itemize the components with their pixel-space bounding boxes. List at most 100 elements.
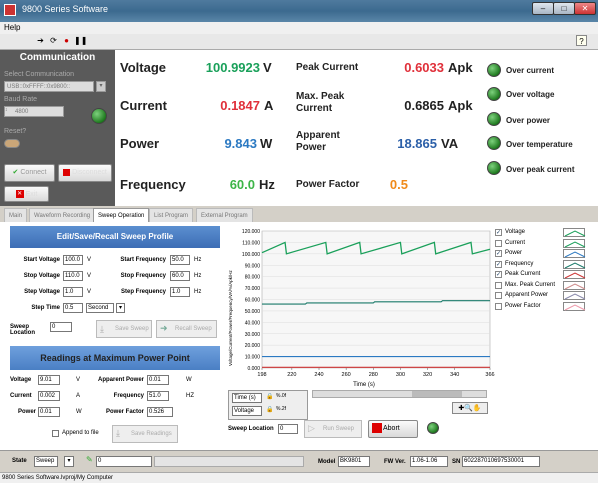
legend-checkbox[interactable]: ✓ <box>495 271 502 278</box>
legend-checkbox[interactable]: ✓ <box>495 250 502 257</box>
select-comm-dropdown-icon[interactable]: ▾ <box>96 81 106 92</box>
voltage-lock-icon[interactable]: 🔒 <box>266 406 273 413</box>
tab-sweep-operation[interactable]: Sweep Operation <box>93 208 150 222</box>
select-comm-field[interactable]: USB::0xFFFF::0x9800:: <box>4 81 94 92</box>
exit-button[interactable]: ✕ Exit <box>4 186 49 202</box>
legend-swatch[interactable] <box>563 291 586 300</box>
legend-checkbox[interactable] <box>495 281 502 289</box>
legend-checkbox[interactable] <box>495 292 502 299</box>
current-label: Current <box>120 98 167 113</box>
legend-swatch[interactable] <box>563 228 586 237</box>
legend-item-apparent-power[interactable]: Apparent Power <box>495 291 595 301</box>
power-unit: W <box>260 136 273 151</box>
pause-icon[interactable]: ❚❚ <box>74 35 87 46</box>
voltage-label: Voltage <box>120 60 166 75</box>
reading-apparent-value: 0.01 <box>147 375 169 385</box>
legend-swatch[interactable] <box>563 280 586 290</box>
tab-waveform-recording[interactable]: Waveform Recording <box>29 208 96 222</box>
minimize-button[interactable]: – <box>532 2 554 15</box>
title-bar: 9800 Series Software – □ ✕ <box>0 0 598 22</box>
communication-panel: Communication Select Communication USB::… <box>0 50 115 206</box>
frequency-label: Frequency <box>120 177 186 192</box>
legend-label: Power Factor <box>505 302 541 309</box>
disconnect-button[interactable]: Disconnect <box>58 164 112 182</box>
maximize-button[interactable]: □ <box>553 2 575 15</box>
reset-toggle[interactable] <box>4 139 20 148</box>
state-dropdown-icon[interactable]: ▾ <box>64 456 74 467</box>
legend-checkbox[interactable]: ✓ <box>495 229 502 236</box>
reading-pf-label: Power Factor <box>105 409 144 415</box>
app-icon <box>4 4 16 16</box>
reading-voltage-value: 9.01 <box>38 375 60 385</box>
y-tick-label: 20.000 <box>245 343 261 349</box>
baud-rate-field[interactable]: 4800 <box>4 106 64 117</box>
legend-checkbox[interactable] <box>495 239 502 247</box>
stop-voltage-unit: V <box>87 273 92 279</box>
legend-item-frequency[interactable]: ✓ Frequency <box>495 259 595 270</box>
fw-label: FW Ver. <box>384 459 406 465</box>
x-tick-label: 260 <box>342 372 351 378</box>
legend-item-peak-current[interactable]: ✓ Peak Current <box>495 270 595 280</box>
legend-checkbox[interactable]: ✓ <box>495 260 502 268</box>
stop-voltage-input[interactable]: 110.0 <box>63 271 83 281</box>
start-frequency-label: Start Frequency <box>120 257 166 263</box>
help-icon[interactable]: ? <box>576 35 587 46</box>
time-lock-icon[interactable]: 🔒 <box>266 393 273 400</box>
legend-checkbox[interactable] <box>495 302 502 310</box>
step-time-unit-select[interactable]: Second <box>86 303 114 313</box>
legend-swatch[interactable] <box>563 259 586 269</box>
menu-help[interactable]: Help <box>4 23 20 32</box>
state-select[interactable]: Sweep <box>34 456 58 467</box>
legend-label: Apparent Power <box>505 292 549 298</box>
step-time-input[interactable]: 0.5 <box>63 303 83 313</box>
connect-button[interactable]: ✔ Connect <box>4 164 55 182</box>
legend-swatch[interactable] <box>563 238 586 248</box>
y-tick-label: 120.000 <box>242 229 260 235</box>
save-sweep-button[interactable]: Save Sweep <box>96 320 152 338</box>
legend-swatch[interactable] <box>563 301 586 311</box>
start-voltage-unit: V <box>87 257 92 263</box>
legend-item-max-peak-current[interactable]: Max. Peak Current <box>495 280 595 291</box>
legend-item-power-factor[interactable]: Power Factor <box>495 301 595 312</box>
sweep-location-input[interactable]: 0 <box>50 322 72 332</box>
time-format[interactable]: %.0f <box>276 393 286 399</box>
step-frequency-input[interactable]: 1.0 <box>170 287 190 297</box>
y-tick-label: 90.000 <box>245 263 261 269</box>
legend-item-voltage[interactable]: ✓ Voltage <box>495 228 595 238</box>
append-to-file-checkbox[interactable] <box>52 430 59 437</box>
run-arrow-icon[interactable]: ➔ <box>35 35 46 46</box>
tab-main[interactable]: Main <box>4 208 28 222</box>
over-current-led <box>487 63 501 77</box>
baud-spinner-icon[interactable]: ↕ <box>5 107 8 113</box>
voltage-unit: V <box>263 60 272 75</box>
step-time-dropdown-icon[interactable]: ▾ <box>116 303 125 313</box>
max-peak-value: 0.6865 <box>404 98 444 113</box>
save-readings-button[interactable]: Save Readings <box>112 425 178 443</box>
abort-icon[interactable]: ● <box>61 35 72 46</box>
legend-swatch[interactable] <box>563 270 586 279</box>
step-voltage-input[interactable]: 1.0 <box>63 287 83 297</box>
start-frequency-input[interactable]: 50.0 <box>170 255 190 265</box>
over-peak-label: Over peak current <box>506 165 575 174</box>
run-sweep-icon: ▷ <box>308 423 315 433</box>
graph-palette-icon[interactable]: ✚🔍✋ <box>452 402 488 414</box>
voltage-format[interactable]: %.2f <box>276 406 286 412</box>
legend-swatch[interactable] <box>563 249 586 258</box>
legend-item-current[interactable]: Current <box>495 238 595 249</box>
run-location-input[interactable]: 0 <box>278 424 298 434</box>
pencil-icon[interactable]: ✎ <box>86 455 93 464</box>
start-voltage-input[interactable]: 100.0 <box>63 255 83 265</box>
x-tick-label: 198 <box>257 372 266 378</box>
legend-item-power[interactable]: ✓ Power <box>495 249 595 259</box>
scale-voltage-label: Voltage <box>232 406 262 416</box>
y-tick-label: 10.000 <box>245 355 261 361</box>
stop-frequency-input[interactable]: 60.0 <box>170 271 190 281</box>
tab-external-program[interactable]: External Program <box>196 208 253 222</box>
chart-scrollbar-thumb[interactable] <box>412 391 462 397</box>
model-value: BK9801 <box>338 456 370 467</box>
close-button[interactable]: ✕ <box>574 2 596 15</box>
tab-list-program[interactable]: List Program <box>149 208 194 222</box>
reading-apparent-unit: W <box>186 377 192 383</box>
run-location-label: Sweep Location <box>228 426 274 432</box>
run-continuous-icon[interactable]: ⟳ <box>48 35 59 46</box>
